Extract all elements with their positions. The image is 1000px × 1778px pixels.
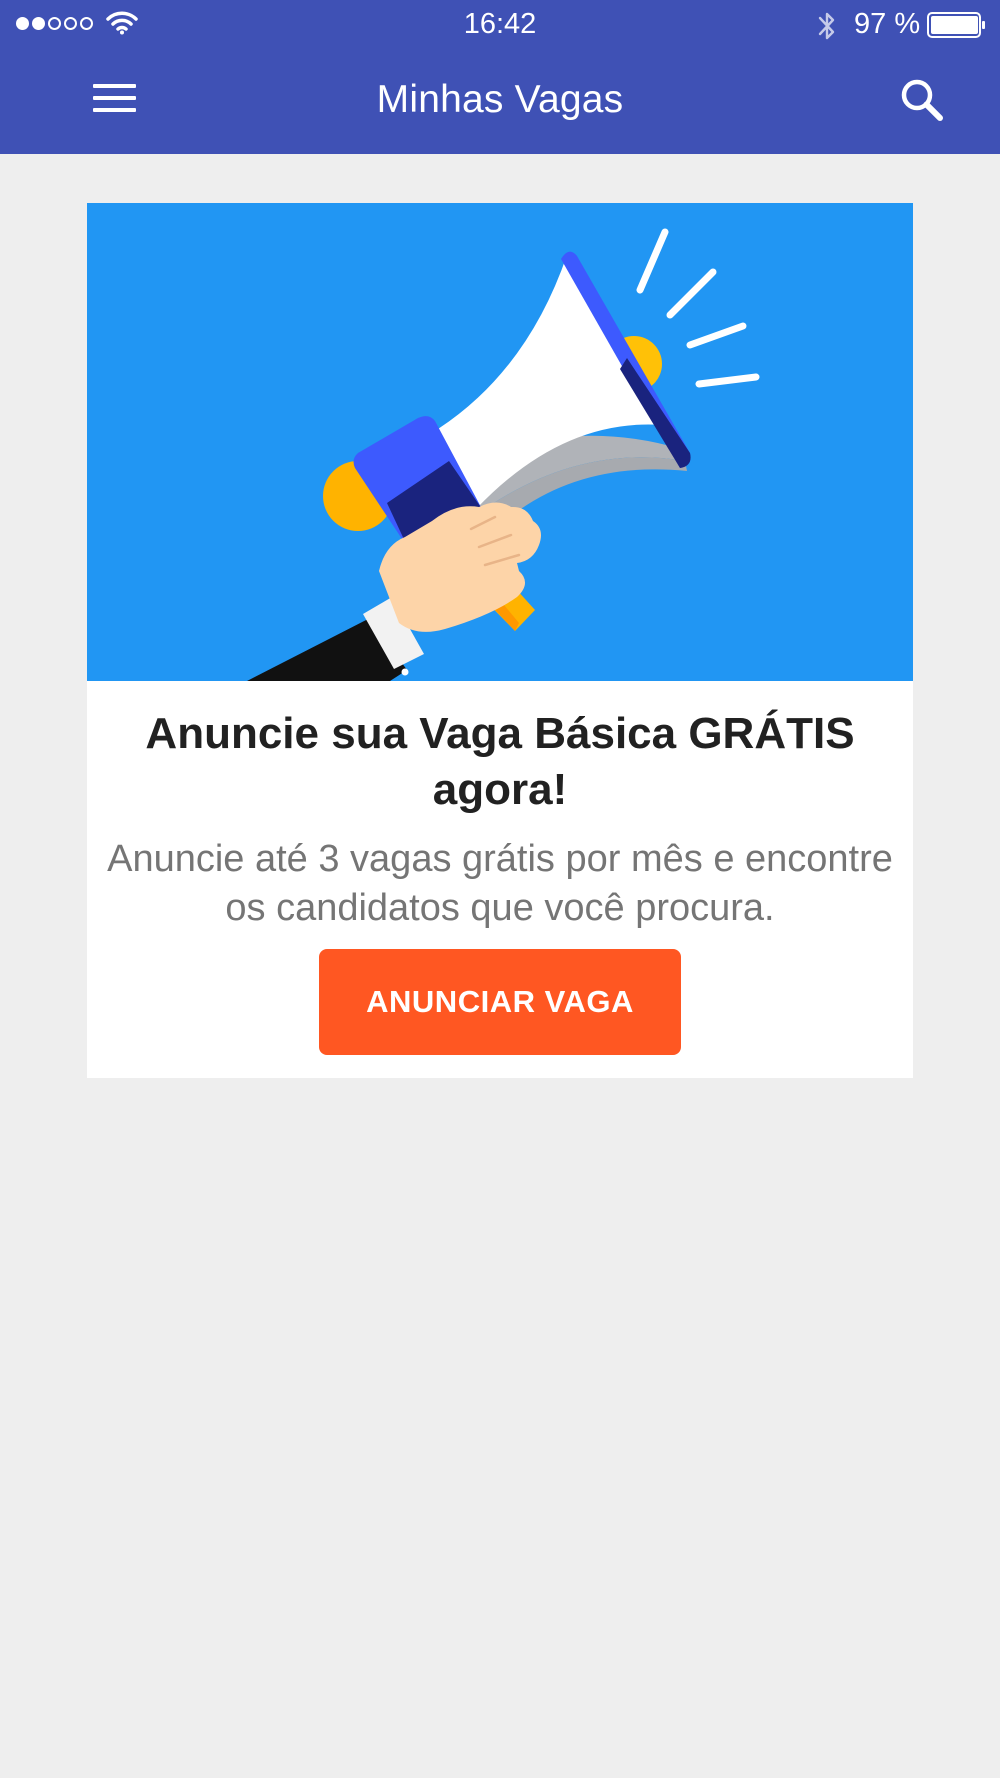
- app-bar: 16:42 97 % Minhas Vagas: [0, 0, 1000, 154]
- battery-percent: 97 %: [854, 8, 921, 40]
- promo-description: Anuncie até 3 vagas grátis por mês e enc…: [107, 838, 893, 929]
- promo-title: Anuncie sua Vaga Básica GRÁTIS agora!: [145, 709, 855, 814]
- search-icon: [901, 79, 943, 121]
- promo-card: Anuncie sua Vaga Básica GRÁTIS agora! An…: [87, 203, 913, 1078]
- megaphone-illustration: [247, 228, 760, 681]
- status-bar: 16:42 97 %: [0, 0, 1000, 50]
- bluetooth-icon: [818, 12, 835, 40]
- promo-image: [87, 203, 913, 681]
- page-title: Minhas Vagas: [376, 78, 624, 121]
- battery-icon: [927, 12, 985, 38]
- status-time: 16:42: [463, 8, 537, 40]
- announce-job-button[interactable]: ANUNCIAR VAGA: [319, 949, 681, 1055]
- search-button[interactable]: [898, 76, 948, 126]
